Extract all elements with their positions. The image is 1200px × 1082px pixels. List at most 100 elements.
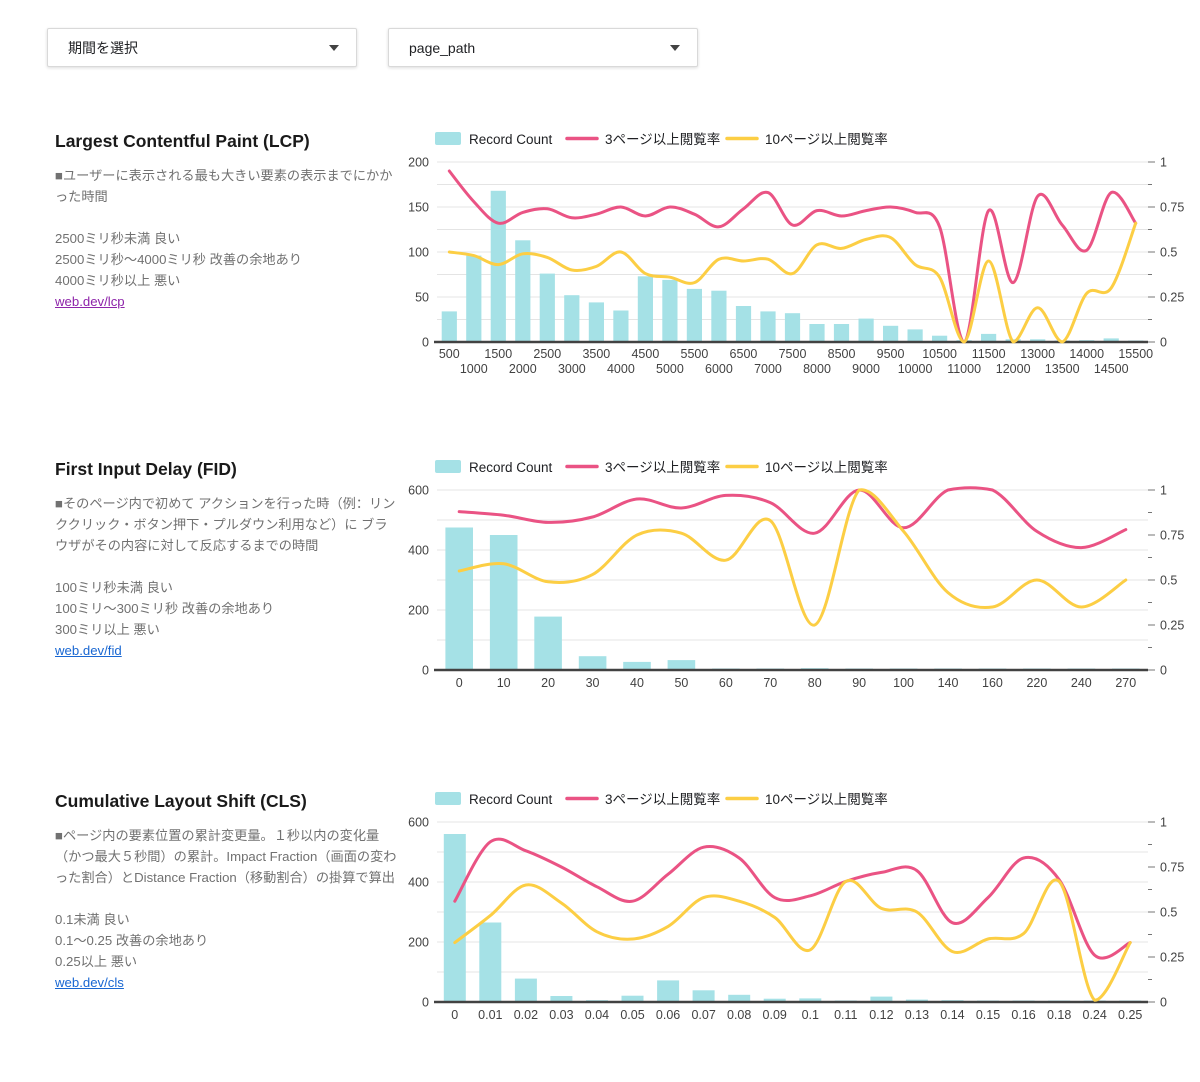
svg-text:11000: 11000	[947, 362, 981, 376]
svg-text:0: 0	[1160, 996, 1167, 1010]
svg-text:60: 60	[719, 676, 733, 690]
svg-text:1: 1	[1160, 484, 1167, 498]
svg-text:50: 50	[415, 291, 429, 305]
svg-text:0: 0	[1160, 336, 1167, 350]
chevron-down-icon	[670, 44, 680, 51]
svg-text:70: 70	[763, 676, 777, 690]
svg-text:7000: 7000	[754, 362, 782, 376]
svg-text:3ページ以上閲覧率: 3ページ以上閲覧率	[605, 791, 720, 807]
svg-text:0.03: 0.03	[549, 1008, 573, 1022]
cls-text-block: Cumulative Layout Shift (CLS) ■ページ内の要素位置…	[55, 789, 398, 993]
svg-text:0.14: 0.14	[940, 1008, 964, 1022]
lcp-text-block: Largest Contentful Paint (LCP) ■ユーザーに表示さ…	[55, 129, 398, 312]
svg-text:80: 80	[808, 676, 822, 690]
svg-text:0.24: 0.24	[1083, 1008, 1107, 1022]
svg-text:500: 500	[439, 347, 460, 361]
svg-text:200: 200	[408, 156, 429, 170]
svg-text:10: 10	[497, 676, 511, 690]
lcp-section: Largest Contentful Paint (LCP) ■ユーザーに表示さ…	[0, 129, 1200, 383]
svg-text:0.5: 0.5	[1160, 906, 1177, 920]
svg-text:200: 200	[408, 604, 429, 618]
threshold-poor: 300ミリ以上 悪い	[55, 622, 160, 637]
fid-thresholds: 100ミリ秒未満 良い 100ミリ～300ミリ秒 改善の余地あり 300ミリ以上…	[55, 577, 398, 661]
svg-text:600: 600	[408, 484, 429, 498]
svg-text:600: 600	[408, 816, 429, 830]
svg-text:0.16: 0.16	[1011, 1008, 1035, 1022]
svg-text:3ページ以上閲覧率: 3ページ以上閲覧率	[605, 131, 720, 147]
svg-text:9000: 9000	[852, 362, 880, 376]
legend-item-record-count[interactable]: Record Count	[435, 460, 553, 475]
svg-text:3500: 3500	[582, 347, 610, 361]
date-range-filter-label: 期間を選択	[68, 39, 138, 56]
svg-text:10ページ以上閲覧率: 10ページ以上閲覧率	[765, 459, 888, 475]
right-axis-labels: 0 0.25 0.5 0.75 1	[1148, 156, 1184, 350]
svg-text:0.75: 0.75	[1160, 201, 1184, 215]
threshold-needs-improvement: 0.1～0.25 改善の余地あり	[55, 933, 209, 948]
svg-text:3ページ以上閲覧率: 3ページ以上閲覧率	[605, 459, 720, 475]
svg-text:0.08: 0.08	[727, 1008, 751, 1022]
cls-doc-link[interactable]: web.dev/cls	[55, 975, 124, 990]
page-path-filter[interactable]: page_path	[388, 28, 698, 67]
line-3page-rate	[457, 486, 1128, 550]
legend-item-3page-rate[interactable]: 3ページ以上閲覧率	[565, 459, 720, 475]
svg-text:0: 0	[422, 664, 429, 678]
threshold-good: 0.1未満 良い	[55, 912, 130, 927]
x-axis-labels: 0 10 20 30 40 50 60 70 80 90 100 140 160 220 240 270	[456, 676, 1137, 690]
svg-text:0.01: 0.01	[478, 1008, 502, 1022]
date-range-filter[interactable]: 期間を選択	[47, 28, 357, 67]
line-10page-rate	[457, 488, 1128, 627]
svg-text:0.5: 0.5	[1160, 574, 1177, 588]
svg-text:8500: 8500	[828, 347, 856, 361]
svg-text:40: 40	[630, 676, 644, 690]
svg-text:0.5: 0.5	[1160, 246, 1177, 260]
chart-legend: Record Count 3ページ以上閲覧率 10ページ以上閲覧率	[435, 459, 888, 475]
svg-text:0.04: 0.04	[585, 1008, 609, 1022]
fid-chart-area: Record Count 3ページ以上閲覧率 10ページ以上閲覧率 0 200 400 60…	[398, 457, 1200, 697]
x-axis-labels: 0 0.01 0.02 0.03 0.04 0.05 0.06 0.07 0.08 0.09 0.1…	[451, 1008, 1142, 1022]
right-axis-labels: 0 0.25 0.5 0.75 1	[1148, 816, 1184, 1010]
svg-text:15500: 15500	[1118, 347, 1153, 361]
svg-text:11500: 11500	[972, 347, 1006, 361]
line-10page-rate	[453, 878, 1132, 1002]
svg-text:1500: 1500	[484, 347, 512, 361]
legend-item-10page-rate[interactable]: 10ページ以上閲覧率	[725, 459, 888, 475]
svg-text:20: 20	[541, 676, 555, 690]
lcp-doc-link[interactable]: web.dev/lcp	[55, 294, 125, 309]
svg-text:220: 220	[1026, 676, 1047, 690]
legend-item-3page-rate[interactable]: 3ページ以上閲覧率	[565, 131, 720, 147]
svg-text:Record Count: Record Count	[469, 132, 553, 147]
svg-text:14500: 14500	[1094, 362, 1129, 376]
svg-text:50: 50	[674, 676, 688, 690]
svg-text:0.06: 0.06	[656, 1008, 680, 1022]
threshold-poor: 0.25以上 悪い	[55, 954, 138, 969]
svg-text:100: 100	[408, 246, 429, 260]
record-count-bars	[445, 527, 1140, 670]
legend-item-10page-rate[interactable]: 10ページ以上閲覧率	[725, 791, 888, 807]
svg-text:0.25: 0.25	[1118, 1008, 1142, 1022]
lcp-chart-area: Record Count 3ページ以上閲覧率 10ページ以上閲覧率 0 50 100 150…	[398, 129, 1200, 383]
threshold-poor: 4000ミリ秒以上 悪い	[55, 273, 181, 288]
svg-text:0.02: 0.02	[514, 1008, 538, 1022]
svg-text:1: 1	[1160, 156, 1167, 170]
svg-text:5000: 5000	[656, 362, 684, 376]
left-axis-labels: 0 200 400 600	[408, 816, 429, 1010]
page-path-filter-label: page_path	[409, 39, 476, 56]
legend-item-3page-rate[interactable]: 3ページ以上閲覧率	[565, 791, 720, 807]
svg-text:0.12: 0.12	[869, 1008, 893, 1022]
svg-text:0.15: 0.15	[976, 1008, 1000, 1022]
legend-item-10page-rate[interactable]: 10ページ以上閲覧率	[725, 131, 888, 147]
svg-text:13500: 13500	[1045, 362, 1080, 376]
cls-thresholds: 0.1未満 良い 0.1～0.25 改善の余地あり 0.25以上 悪い web.…	[55, 909, 398, 993]
svg-text:0: 0	[422, 996, 429, 1010]
svg-text:0: 0	[1160, 664, 1167, 678]
svg-text:12000: 12000	[996, 362, 1031, 376]
svg-text:10ページ以上閲覧率: 10ページ以上閲覧率	[765, 791, 888, 807]
svg-text:3000: 3000	[558, 362, 586, 376]
chart-legend: Record Count 3ページ以上閲覧率 10ページ以上閲覧率	[435, 131, 888, 147]
fid-doc-link[interactable]: web.dev/fid	[55, 643, 122, 658]
legend-item-record-count[interactable]: Record Count	[435, 132, 553, 147]
legend-item-record-count[interactable]: Record Count	[435, 792, 553, 807]
svg-text:Record Count: Record Count	[469, 460, 553, 475]
svg-text:4000: 4000	[607, 362, 635, 376]
svg-text:2000: 2000	[509, 362, 537, 376]
